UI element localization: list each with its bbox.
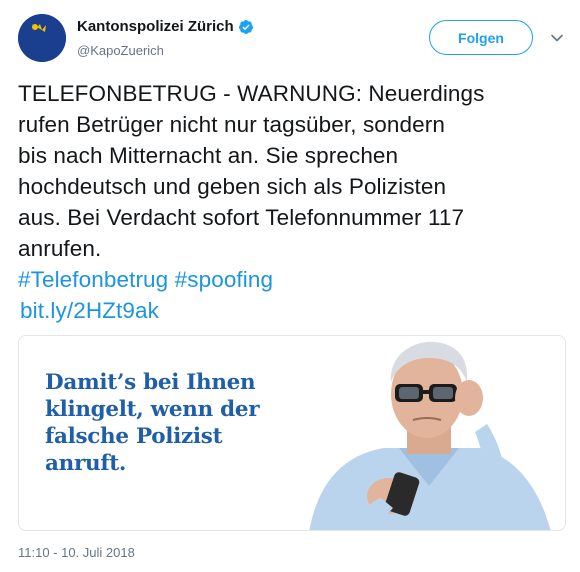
short-link[interactable]: bit.ly/2HZt9ak: [20, 298, 159, 323]
tweet-text-line: rufen Betrüger nicht nur tagsüber, sonde…: [18, 112, 445, 137]
tweet-text-line: bis nach Mitternacht an. Sie sprechen: [18, 143, 399, 168]
avatar[interactable]: [18, 14, 66, 62]
follow-button[interactable]: Folgen: [429, 20, 533, 55]
police-logo-icon: [18, 14, 66, 62]
hashtags-line: #Telefonbetrug #spoofing: [18, 264, 566, 295]
card-slogan: Damit’s bei Ihnen klingelt, wenn der fal…: [45, 369, 260, 477]
card-slogan-line: anruft.: [45, 451, 127, 476]
tweet-text-line: aus. Bei Verdacht sofort Telefonnummer 1…: [18, 205, 465, 230]
tweet-text-line: TELEFONBETRUG - WARNUNG: Neuerdings: [18, 81, 485, 106]
tweet-text-line: hochdeutsch und geben sich als Poliziste…: [18, 174, 447, 199]
card-slogan-line: Damit’s bei Ihnen: [45, 370, 256, 395]
card-slogan-line: falsche Polizist: [45, 424, 223, 449]
chevron-down-icon[interactable]: [549, 30, 565, 46]
link-line: bit.ly/2HZt9ak: [18, 295, 566, 326]
tweet: Kantonspolizei Zürich @KapoZuerich Folge…: [0, 0, 580, 572]
tweet-text-line: anrufen.: [18, 236, 102, 261]
timestamp[interactable]: 11:10 - 10. Juli 2018: [18, 545, 135, 560]
display-name[interactable]: Kantonspolizei Zürich: [77, 18, 234, 35]
media-card[interactable]: Damit’s bei Ihnen klingelt, wenn der fal…: [18, 335, 566, 531]
tweet-text: TELEFONBETRUG - WARNUNG: Neuerdings rufe…: [18, 78, 566, 326]
hashtag-telefonbetrug[interactable]: #Telefonbetrug: [18, 267, 168, 292]
card-slogan-line: klingelt, wenn der: [45, 397, 260, 422]
hashtag-spoofing[interactable]: #spoofing: [175, 267, 273, 292]
elderly-man-photo: [309, 341, 551, 530]
handle[interactable]: @KapoZuerich: [77, 43, 164, 58]
verified-badge-icon: [238, 19, 253, 34]
name-row: Kantonspolizei Zürich: [77, 18, 254, 35]
